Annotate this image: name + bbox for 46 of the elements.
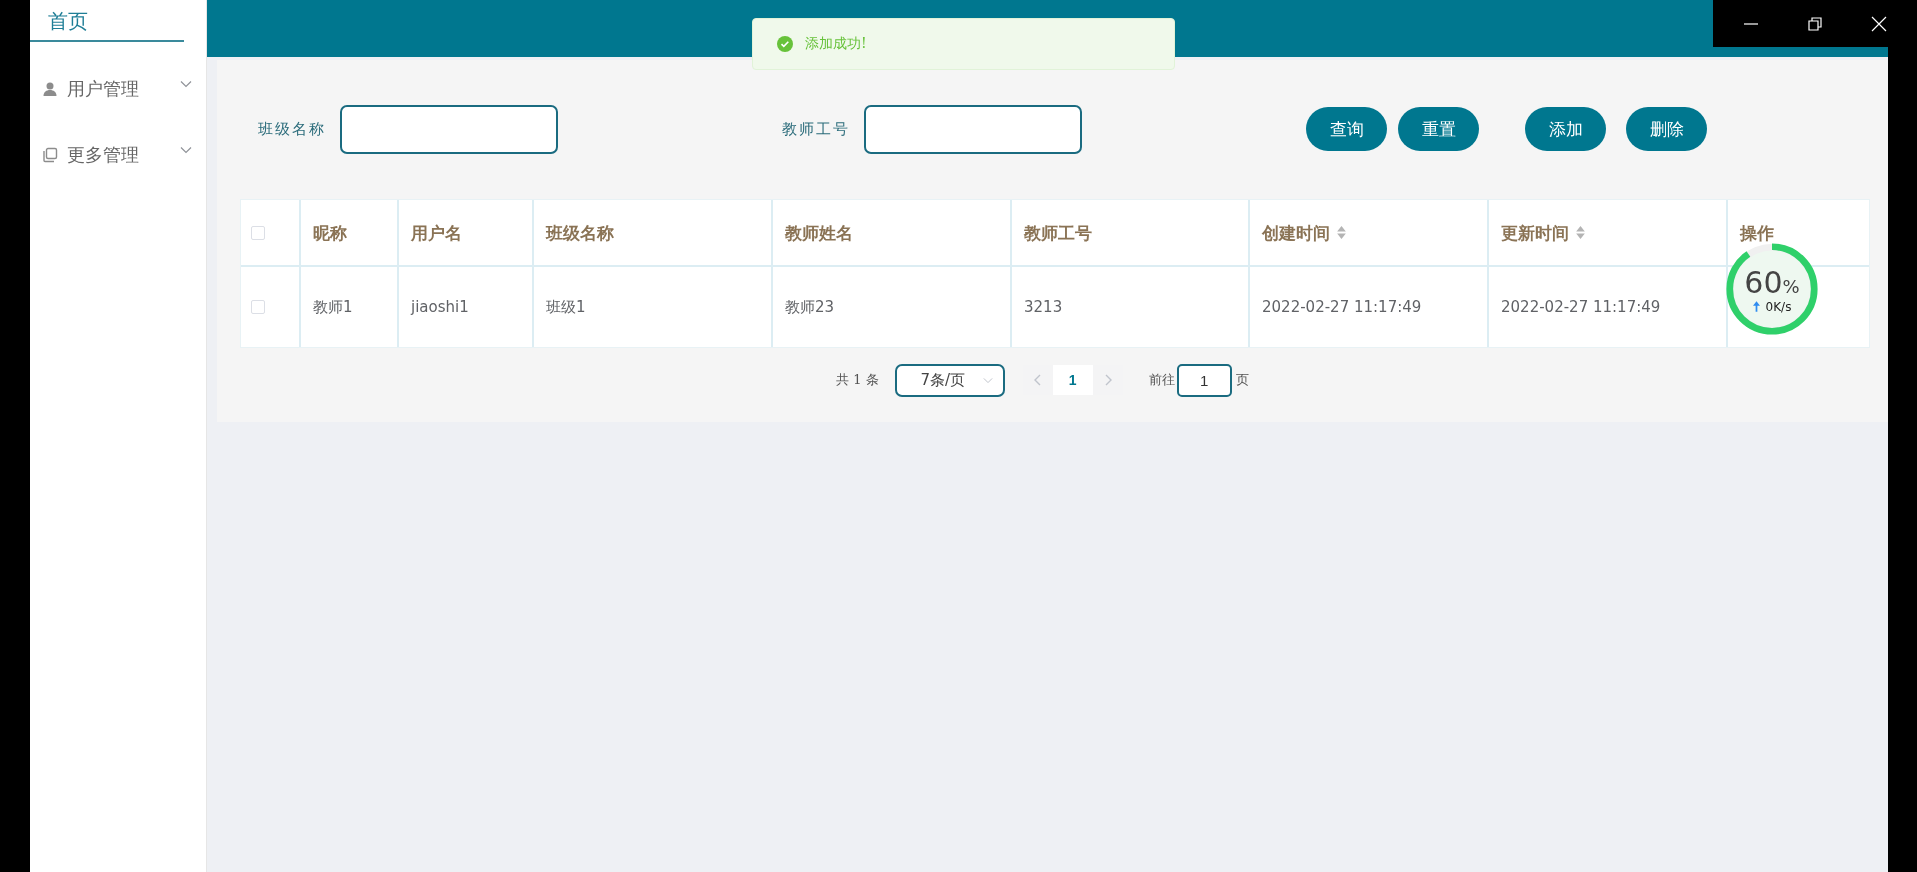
column-header: 用户名 (411, 222, 462, 245)
goto-suffix: 页 (1235, 371, 1249, 389)
up-arrow-icon (1752, 301, 1760, 312)
field-label: 教师工号 (782, 119, 850, 139)
menu-item[interactable]: 更多管理 (30, 143, 206, 167)
checkbox[interactable] (251, 300, 265, 314)
column-header: 教师工号 (1024, 222, 1092, 245)
page-size-select[interactable]: 7条/页 (894, 363, 1005, 397)
table-cell: jiaoshi1 (399, 267, 534, 347)
user-icon (42, 81, 58, 97)
close-icon[interactable] (1871, 15, 1887, 32)
page-number[interactable]: 1 (1052, 365, 1093, 395)
table-cell: 2022-02-27 11:17:49 (1250, 267, 1489, 347)
field-label: 班级名称 (258, 119, 326, 139)
column-header: 教师姓名 (785, 222, 853, 245)
table-cell: 教师23 (773, 267, 1012, 347)
table-cell: 教师1 (301, 267, 399, 347)
home-tab[interactable]: 首页 (30, 0, 184, 42)
check-circle-icon (777, 36, 793, 52)
sort-icon[interactable] (1337, 226, 1346, 239)
checkbox[interactable] (251, 225, 265, 240)
column-header: 班级名称 (546, 222, 614, 245)
query-button[interactable]: 重置 (1398, 107, 1479, 151)
table-cell: 3213 (1012, 267, 1250, 347)
action-button[interactable]: 添加 (1525, 107, 1606, 151)
goto-label: 前往 (1148, 371, 1175, 389)
menu-item[interactable]: 用户管理 (30, 77, 206, 101)
usage-percent: 60% (1744, 264, 1800, 300)
copy-icon (42, 147, 58, 163)
chevron-icon (982, 376, 993, 384)
table-cell: 班级1 (534, 267, 773, 347)
input-field[interactable] (340, 104, 558, 154)
input-field[interactable] (864, 104, 1082, 154)
restore-icon[interactable] (1807, 15, 1823, 32)
column-header: 操作 (1740, 222, 1774, 245)
query-button[interactable]: 查询 (1306, 107, 1387, 151)
page-input[interactable]: 1 (1176, 363, 1232, 397)
sort-icon[interactable] (1576, 226, 1585, 239)
total-count: 共 1 条 (836, 371, 879, 389)
column-header: 昵称 (313, 222, 347, 245)
action-button[interactable]: 删除 (1626, 107, 1707, 151)
table-cell: 2022-02-27 11:17:49 (1489, 267, 1728, 347)
column-header: 更新时间 (1501, 222, 1569, 245)
column-header: 创建时间 (1262, 222, 1330, 245)
upload-speed: 0K/s (1765, 299, 1792, 314)
toast-text: 添加成功! (805, 35, 867, 53)
